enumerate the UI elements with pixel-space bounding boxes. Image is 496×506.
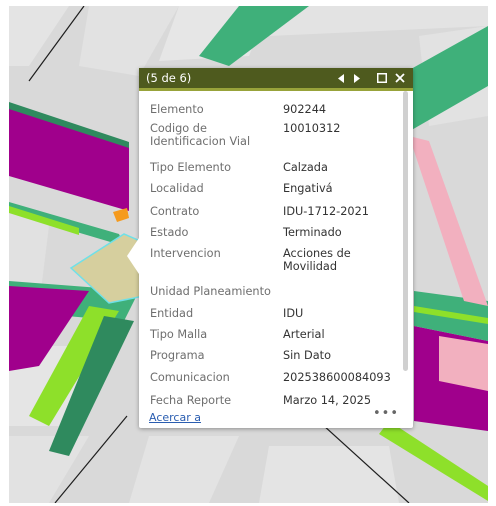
- field-value: Terminado: [283, 226, 342, 239]
- field-label: Elemento: [150, 103, 204, 116]
- caret-right-icon[interactable]: [351, 69, 363, 87]
- feature-popup: (5 de 6) Elemento 902244 Codigo de Ident…: [127, 68, 413, 428]
- field-label: Estado: [150, 226, 189, 239]
- field-value: 10010312: [283, 122, 341, 135]
- field-label: Unidad Planeamiento: [150, 285, 271, 298]
- caret-left-icon[interactable]: [335, 69, 347, 87]
- field-label: Programa: [150, 349, 205, 362]
- field-label: Tipo Elemento: [150, 161, 232, 174]
- field-label: Comunicacion: [150, 371, 230, 384]
- field-value: 902244: [283, 103, 327, 116]
- popup-scrollbar[interactable]: [403, 91, 408, 371]
- field-value: Acciones de Movilidad: [283, 247, 351, 273]
- field-value: IDU: [283, 307, 304, 320]
- field-value: Sin Dato: [283, 349, 332, 362]
- close-icon[interactable]: [393, 69, 407, 87]
- orange-marker: [113, 208, 129, 222]
- field-label: Tipo Malla: [150, 328, 208, 341]
- field-value: Arterial: [283, 328, 325, 341]
- field-label: Codigo de Identificacion Vial: [150, 122, 251, 148]
- zoom-to-link[interactable]: Acercar a: [149, 411, 201, 424]
- maximize-icon[interactable]: [376, 69, 388, 87]
- field-value: 202538600084093: [283, 371, 391, 384]
- field-label: Intervencion: [150, 247, 221, 260]
- field-label: Fecha Reporte: [150, 394, 232, 407]
- avenue-west[interactable]: [9, 106, 129, 211]
- field-label: Entidad: [150, 307, 194, 320]
- popup-body[interactable]: Elemento 902244 Codigo de Identificacion…: [139, 91, 413, 428]
- field-value: Engativá: [283, 182, 333, 195]
- popup-title: (5 de 6): [146, 71, 192, 85]
- field-value: Calzada: [283, 161, 328, 174]
- more-options-button[interactable]: •••: [373, 406, 399, 421]
- popup-pointer: [127, 238, 139, 274]
- field-value: IDU-1712-2021: [283, 205, 369, 218]
- field-label: Contrato: [150, 205, 200, 218]
- field-label: Localidad: [150, 182, 204, 195]
- popup-header: (5 de 6): [139, 68, 413, 91]
